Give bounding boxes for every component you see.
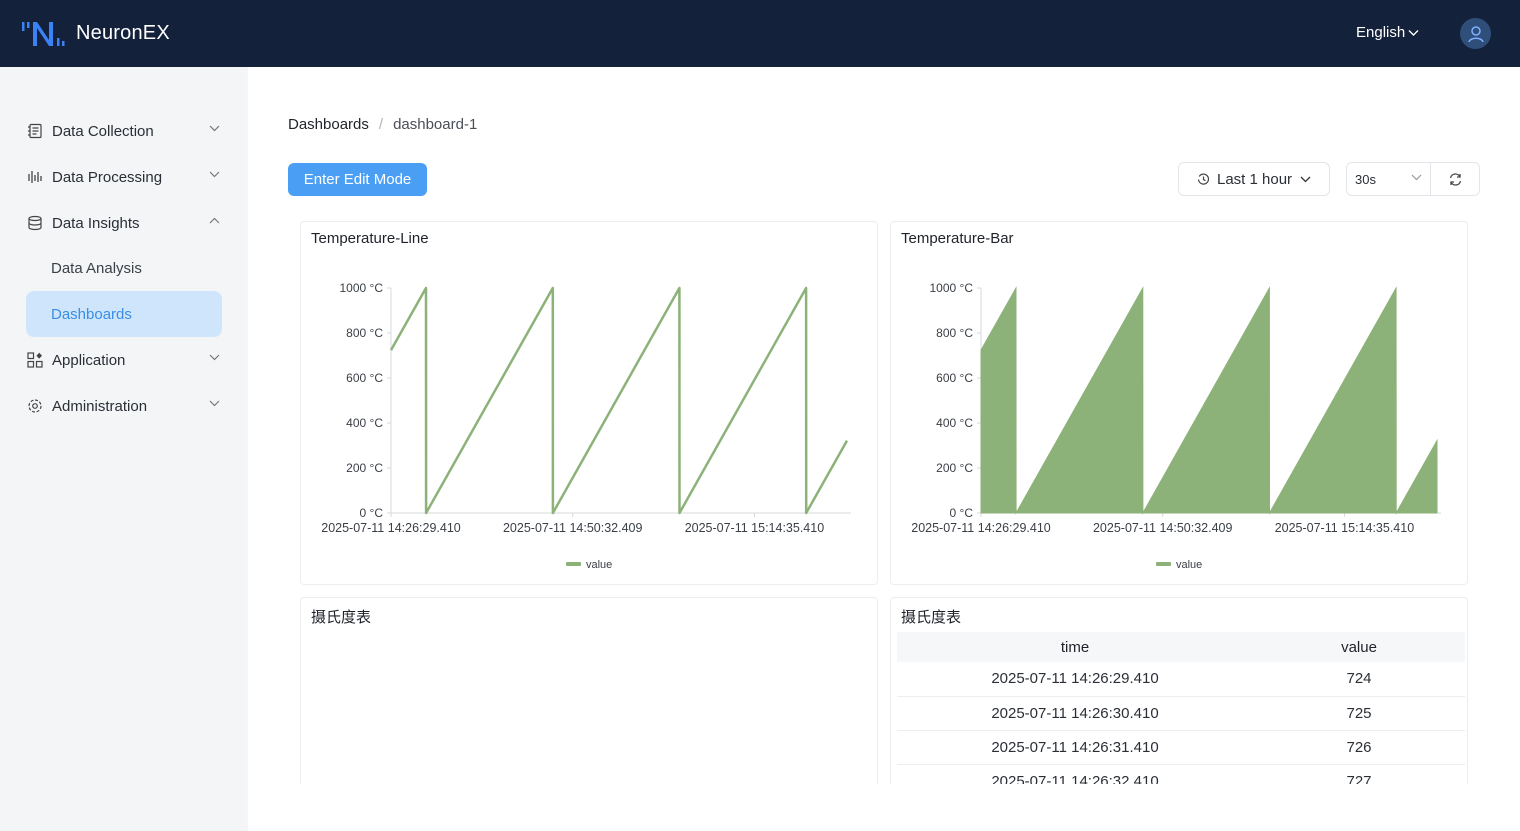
y-tick-label: 1000 °C	[930, 281, 974, 295]
column-header-value[interactable]: value	[1253, 632, 1465, 662]
sidebar-item-label: Data Collection	[52, 122, 154, 140]
panel-temperature-bar: Temperature-Bar 0 °C 200 °C 400 °C 600 °C 80…	[890, 221, 1468, 585]
table-header-row: time value	[897, 632, 1465, 662]
sidebar-item-application[interactable]: Application	[26, 340, 222, 380]
x-tick-label: 2025-07-11 15:14:35.410	[685, 521, 825, 535]
cell-time: 2025-07-11 14:26:29.410	[897, 662, 1253, 697]
main-content: Dashboards / dashboard-1 Enter Edit Mode…	[248, 67, 1520, 831]
panel-temperature-line: Temperature-Line 0 °C 200 °C 400 °C 600 °C 8…	[300, 221, 878, 585]
x-tick-label: 2025-07-11 14:26:29.410	[321, 521, 461, 535]
history-clock-icon	[1197, 172, 1210, 185]
user-avatar[interactable]	[1460, 18, 1491, 49]
sidebar-item-label: Data Insights	[52, 214, 140, 232]
sidebar-item-data-collection[interactable]: Data Collection	[26, 111, 222, 151]
chevron-down-icon	[209, 400, 220, 407]
y-tick-label: 0 °C	[360, 506, 384, 520]
series-line-value	[389, 286, 849, 515]
x-tick-label: 2025-07-11 14:26:29.410	[911, 521, 1051, 535]
y-tick-label: 800 °C	[346, 326, 383, 340]
application-icon	[26, 351, 44, 369]
refresh-button[interactable]	[1431, 163, 1479, 195]
x-tick-label: 2025-07-11 15:14:35.410	[1275, 521, 1415, 535]
y-tick-label: 0 °C	[950, 506, 974, 520]
neuronex-logo-icon	[22, 22, 65, 46]
data-processing-icon	[26, 168, 44, 186]
data-insights-icon	[26, 214, 44, 232]
y-tick-label: 400 °C	[936, 416, 973, 430]
cell-time: 2025-07-11 14:26:30.410	[897, 696, 1253, 731]
cell-value: 727	[1253, 764, 1465, 784]
panel-title: 摄氏度表	[901, 609, 962, 626]
dashboard-viewport: Dashboards / dashboard-1 Enter Edit Mode…	[248, 67, 1520, 784]
y-tick-label: 400 °C	[346, 416, 383, 430]
refresh-control: 30s	[1346, 162, 1480, 196]
chevron-down-icon	[209, 125, 220, 132]
sidebar-item-dashboards[interactable]: Dashboards	[26, 291, 222, 337]
x-tick-label: 2025-07-11 14:50:32.409	[1093, 521, 1233, 535]
cell-value: 724	[1253, 662, 1465, 697]
language-label: English	[1356, 24, 1406, 41]
user-icon	[1467, 25, 1484, 42]
y-tick-label: 600 °C	[346, 371, 383, 385]
cell-value: 725	[1253, 696, 1465, 731]
y-tick-label: 200 °C	[346, 461, 383, 475]
breadcrumb-current: dashboard-1	[393, 116, 478, 133]
cell-time: 2025-07-11 14:26:31.410	[897, 730, 1253, 765]
refresh-interval-select[interactable]: 30s	[1347, 163, 1431, 195]
top-bar: NeuronEX English	[0, 0, 1520, 67]
chevron-down-icon	[1408, 29, 1419, 36]
refresh-interval-value: 30s	[1355, 171, 1376, 187]
y-tick-label: 600 °C	[936, 371, 973, 385]
logo[interactable]: NeuronEX	[22, 18, 170, 48]
chevron-down-icon	[1411, 174, 1422, 181]
enter-edit-mode-button[interactable]: Enter Edit Mode	[288, 163, 427, 196]
sidebar: Data Collection Data Processing Data Ins…	[0, 67, 246, 831]
legend-swatch[interactable]	[566, 562, 581, 566]
sidebar-item-data-analysis[interactable]: Data Analysis	[26, 245, 222, 291]
breadcrumb-separator: /	[378, 116, 384, 133]
chevron-down-icon	[209, 171, 220, 178]
sidebar-item-label: Administration	[52, 397, 148, 415]
y-tick-label: 200 °C	[936, 461, 973, 475]
sidebar-subitem-label: Data Analysis	[51, 259, 142, 277]
chevron-down-icon	[1300, 176, 1311, 182]
cell-time: 2025-07-11 14:26:32.410	[897, 764, 1253, 784]
table-row: 2025-07-11 14:26:31.410 726	[897, 730, 1465, 765]
y-tick-label: 800 °C	[936, 326, 973, 340]
y-tick-label: 1000 °C	[340, 281, 384, 295]
sidebar-item-administration[interactable]: Administration	[26, 386, 222, 426]
data-collection-icon	[26, 122, 44, 140]
cell-value: 726	[1253, 730, 1465, 765]
panel-title: 摄氏度表	[311, 609, 372, 626]
legend-label[interactable]: value	[586, 559, 612, 571]
series-area-value	[980, 286, 1438, 515]
breadcrumb: Dashboards / dashboard-1	[288, 116, 477, 133]
panel-table: 摄氏度表 time value 2025-07-11 14:26:29.410 …	[890, 597, 1468, 784]
language-selector[interactable]: English	[1356, 24, 1419, 41]
time-range-label: Last 1 hour	[1217, 170, 1293, 188]
breadcrumb-root[interactable]: Dashboards	[288, 116, 369, 133]
legend-label[interactable]: value	[1176, 559, 1202, 571]
sidebar-item-label: Application	[52, 351, 126, 369]
temperature-line-chart: 0 °C 200 °C 400 °C 600 °C 800 °C 1000 °C 2025-…	[321, 281, 851, 571]
table-row: 2025-07-11 14:26:32.410 727	[897, 764, 1465, 784]
time-range-picker[interactable]: Last 1 hour	[1178, 162, 1330, 196]
sidebar-item-label: Data Processing	[52, 168, 163, 186]
brand-name: NeuronEX	[76, 21, 170, 44]
temperature-bar-chart: 0 °C 200 °C 400 °C 600 °C 800 °C 1000 °C 2025-…	[911, 281, 1441, 571]
table-row: 2025-07-11 14:26:30.410 725	[897, 696, 1465, 731]
chevron-up-icon	[209, 217, 220, 224]
sidebar-item-data-insights[interactable]: Data Insights	[26, 203, 222, 243]
chevron-down-icon	[209, 354, 220, 361]
panel-gauge: 摄氏度表	[300, 597, 878, 784]
sidebar-subitem-label: Dashboards	[51, 305, 132, 323]
x-tick-label: 2025-07-11 14:50:32.409	[503, 521, 643, 535]
table-row: 2025-07-11 14:26:29.410 724	[897, 662, 1465, 697]
sidebar-item-data-processing[interactable]: Data Processing	[26, 157, 222, 197]
refresh-icon	[1449, 172, 1461, 186]
column-header-time[interactable]: time	[897, 632, 1253, 662]
data-table: time value 2025-07-11 14:26:29.410 724 2…	[897, 632, 1465, 784]
legend-swatch[interactable]	[1156, 562, 1171, 566]
gear-icon	[26, 397, 44, 415]
